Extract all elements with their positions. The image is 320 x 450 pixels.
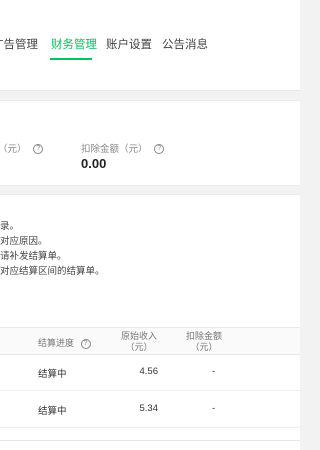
th-income: 原始收入（元） — [120, 331, 157, 352]
note-line: 对应原因。 — [0, 236, 48, 247]
table-row: 结算中 4.56 - — [0, 354, 300, 391]
top-nav: 广告管理 财务管理 账户设置 公告消息 — [0, 0, 300, 91]
th-status-label: 结算进度 — [38, 338, 75, 348]
table-row: 结算中 5.34 - — [0, 391, 300, 428]
next-card-edge — [0, 440, 300, 450]
tab-finance[interactable]: 财务管理 — [51, 36, 97, 52]
th-deduct: 扣除金额（元） — [185, 331, 222, 352]
deduct-value: 0.00 — [81, 156, 107, 171]
stat-left-unit: （元） — [0, 144, 27, 155]
row-deduct: - — [212, 366, 216, 377]
active-tab-indicator — [50, 58, 92, 60]
help-icon[interactable]: ? — [154, 144, 165, 155]
row-deduct: - — [212, 403, 216, 414]
tab-ads[interactable]: 广告管理 — [0, 36, 38, 52]
deduct-label: 扣除金额（元） ? — [81, 141, 165, 155]
help-icon[interactable]: ? — [80, 338, 91, 349]
note-line: 录。 — [0, 221, 20, 232]
row-income: 4.56 — [139, 366, 159, 377]
th-status: 结算进度 ? — [38, 336, 91, 349]
row-status: 结算中 — [38, 369, 67, 380]
tab-account-settings[interactable]: 账户设置 — [106, 36, 152, 52]
row-income: 5.34 — [139, 403, 159, 414]
note-line: 请补发结算单。 — [0, 251, 67, 262]
finance-page: 广告管理 财务管理 账户设置 公告消息 （元） ? 扣除金额（元） ? 0.00… — [0, 0, 300, 450]
tab-announcements[interactable]: 公告消息 — [162, 36, 208, 52]
deduct-label-text: 扣除金额（元） — [81, 144, 148, 155]
stat-label-left: （元） ? — [0, 141, 44, 155]
help-icon[interactable]: ? — [33, 144, 44, 155]
table-header: 结算进度 ? 原始收入（元） 扣除金额（元） — [0, 327, 300, 355]
row-status: 结算中 — [38, 406, 67, 417]
settlement-card: 录。 对应原因。 请补发结算单。 对应结算区间的结算单。 结算进度 ? 原始收入… — [0, 194, 300, 441]
stats-card: （元） ? 扣除金额（元） ? 0.00 — [0, 100, 300, 186]
note-line: 对应结算区间的结算单。 — [0, 266, 105, 277]
